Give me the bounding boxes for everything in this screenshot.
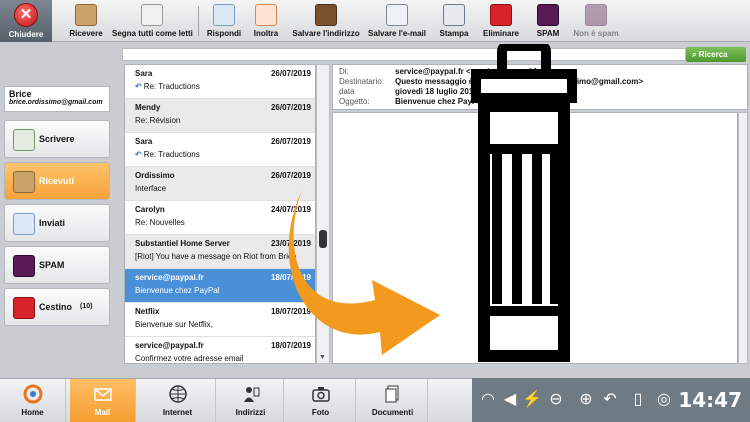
taskbar-mail[interactable]: Mail — [70, 379, 136, 422]
folder-sent[interactable]: Inviati — [4, 204, 110, 242]
camera-icon — [311, 387, 330, 402]
taskbar-contacts[interactable]: Indirizzi — [218, 379, 284, 422]
taskbar-documents[interactable]: Documenti — [358, 379, 428, 422]
sent-icon — [13, 213, 35, 235]
printer-icon — [443, 4, 465, 26]
taskbar-home[interactable]: Home — [0, 379, 66, 422]
folder-trash[interactable]: Cestino (10) — [4, 288, 110, 326]
user-account-box: Brice brice.ordissimo@gmail.com — [4, 86, 110, 112]
not-spam-button[interactable]: Non è spam — [572, 0, 620, 42]
volume-icon[interactable]: ◀ — [500, 390, 520, 410]
inbox-download-icon — [75, 4, 97, 26]
message-row[interactable]: Sara 26/07/2019 ↶ Re: Traductions — [125, 133, 315, 167]
forward-icon — [255, 4, 277, 26]
receive-button[interactable]: Ricevere — [64, 0, 108, 42]
search-input[interactable] — [122, 48, 686, 61]
trash-icon[interactable]: ▯ — [628, 390, 648, 410]
spam-icon — [537, 4, 559, 26]
message-row[interactable]: Mendy 26/07/2019 Re: Révision — [125, 99, 315, 133]
message-row[interactable]: Sara 26/07/2019 ↶ Re: Traductions — [125, 65, 315, 99]
message-body-scrollbar[interactable] — [738, 112, 748, 364]
delete-button[interactable]: Eliminare — [478, 0, 524, 42]
compose-icon — [13, 129, 35, 151]
spam-button[interactable]: SPAM — [530, 0, 566, 42]
battery-charging-icon[interactable]: ⚡ — [522, 390, 542, 410]
taskbar-internet[interactable]: Internet — [140, 379, 216, 422]
inbox-icon — [13, 171, 35, 193]
mark-all-read-button[interactable]: Segna tutti come letti — [112, 0, 193, 42]
trash-icon — [490, 4, 512, 26]
zoom-out-icon[interactable]: ⊖ — [546, 390, 566, 410]
home-icon — [23, 384, 42, 404]
user-name: Brice — [9, 89, 32, 99]
trash-icon — [13, 297, 35, 319]
close-button[interactable]: ✕ Chiudere — [0, 0, 52, 42]
folder-spam[interactable]: SPAM — [4, 246, 110, 284]
close-label: Chiudere — [8, 30, 44, 39]
toolbar-separator — [198, 6, 199, 36]
reply-button[interactable]: Rispondi — [204, 0, 244, 42]
undo-icon[interactable]: ↶ — [600, 390, 620, 410]
save-email-button[interactable]: Salvare l'e-mail — [366, 0, 428, 42]
replied-icon: ↶ — [135, 82, 142, 91]
save-email-icon — [386, 4, 408, 26]
zoom-in-icon[interactable]: ⊕ — [576, 390, 596, 410]
save-address-button[interactable]: Salvare l'indirizzo — [290, 0, 362, 42]
contacts-icon — [243, 387, 259, 402]
curved-arrow-icon — [288, 190, 440, 355]
spam-icon — [13, 255, 35, 277]
help-lifebuoy-icon[interactable]: ◎ — [654, 390, 674, 410]
replied-icon: ↶ — [135, 150, 142, 159]
folder-compose[interactable]: Scrivere — [4, 120, 110, 158]
wifi-icon[interactable]: ◠ — [478, 390, 498, 410]
top-toolbar: ✕ Chiudere Ricevere Segna tutti come let… — [0, 0, 750, 42]
documents-icon — [385, 385, 398, 403]
not-spam-icon — [585, 4, 607, 26]
address-book-icon — [315, 4, 337, 26]
mark-read-icon — [141, 4, 163, 26]
clock: 14:47 — [678, 388, 742, 412]
globe-icon — [168, 385, 187, 403]
search-icon: ⌕ — [692, 50, 699, 59]
print-button[interactable]: Stampa — [436, 0, 472, 42]
search-button[interactable]: ⌕ Ricerca — [686, 47, 746, 62]
mail-icon — [93, 388, 112, 401]
user-email: brice.ordissimo@gmail.com — [9, 99, 103, 106]
trash-count: (10) — [80, 303, 93, 310]
large-trash-icon — [471, 44, 577, 362]
folder-inbox[interactable]: Ricevuti — [4, 162, 110, 200]
forward-button[interactable]: Inoltra — [248, 0, 284, 42]
reply-icon — [213, 4, 235, 26]
taskbar-photo[interactable]: Foto — [286, 379, 356, 422]
close-icon: ✕ — [14, 3, 38, 27]
